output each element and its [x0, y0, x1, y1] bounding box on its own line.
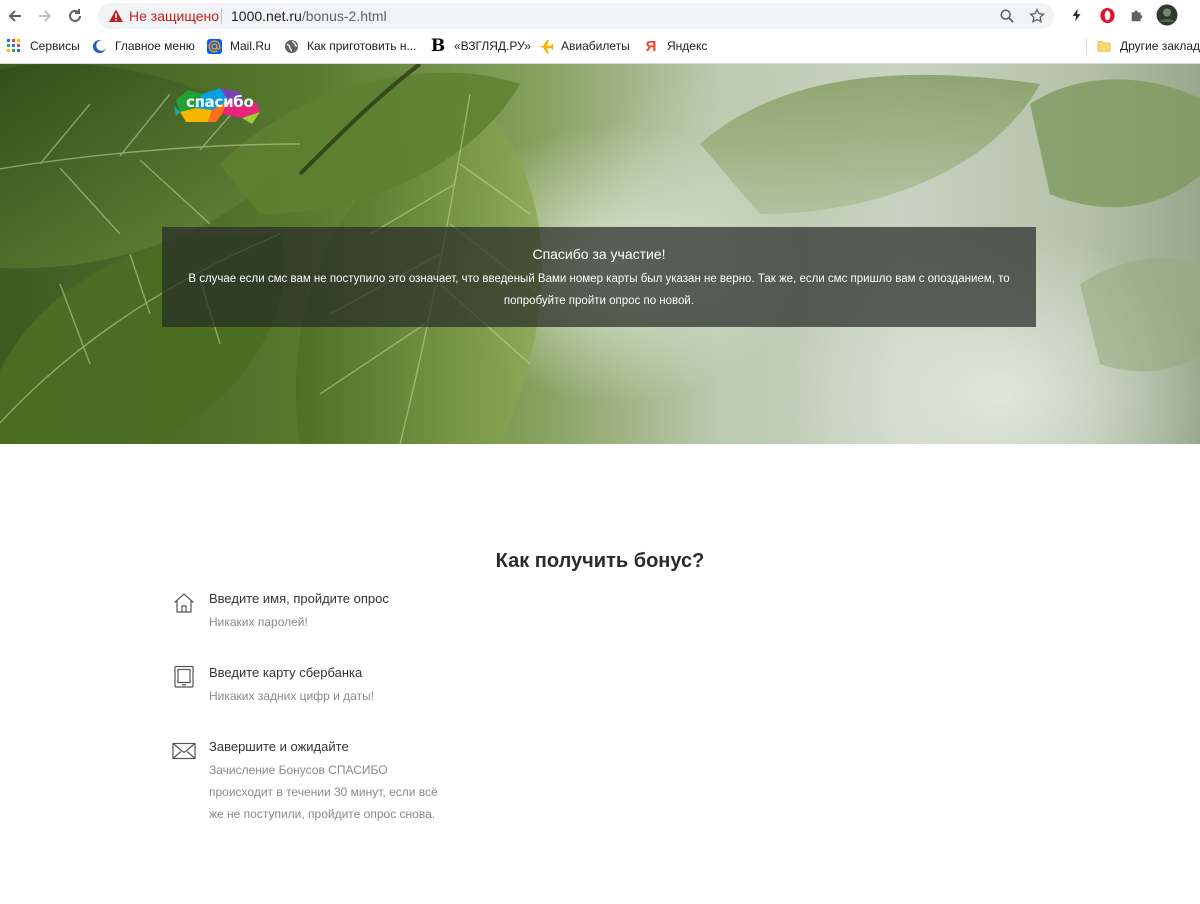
bookmark-avia[interactable]: Авиабилеты	[537, 37, 630, 55]
bookmark-main-menu[interactable]: Главное меню	[91, 37, 195, 55]
browser-chrome: Не защищено 1000.net.ru/bonus-2.html Сер…	[0, 0, 1200, 64]
notice-panel: Спасибо за участие! В случае если смс ва…	[162, 227, 1036, 327]
security-label[interactable]: Не защищено	[129, 8, 219, 24]
bookmark-label: Mail.Ru	[230, 39, 271, 53]
address-bar[interactable]: Не защищено 1000.net.ru/bonus-2.html	[98, 3, 1054, 29]
house-icon	[174, 593, 194, 613]
tablet-icon	[174, 665, 194, 688]
profile-avatar-button[interactable]	[1156, 4, 1178, 26]
avatar-icon	[1156, 4, 1178, 26]
bookmark-label: Главное меню	[115, 39, 195, 53]
url-host: 1000.net.ru	[231, 8, 302, 24]
logo-wordmark: спасибо	[186, 93, 254, 111]
lightning-icon	[1072, 8, 1081, 22]
step-item-finish: Завершите и ожидайте Зачисление Бонусов …	[172, 739, 502, 839]
step-title: Введите имя, пройдите опрос	[209, 591, 389, 606]
magnifier-icon	[1000, 9, 1014, 23]
apps-grid-icon	[6, 38, 22, 54]
bookmark-label: Сервисы	[30, 39, 80, 53]
forward-button[interactable]	[32, 3, 58, 29]
vzglyad-b-icon: B	[430, 36, 446, 56]
step-item-enter-card: Введите карту сбербанка Никаких задних ц…	[172, 665, 502, 715]
bookmark-label: Как приготовить н...	[307, 39, 417, 53]
folder-icon	[1096, 38, 1112, 54]
spasibo-logo[interactable]: спасибо	[172, 82, 262, 126]
extension-opera-button[interactable]	[1096, 4, 1118, 26]
crescent-icon	[91, 38, 107, 54]
extension-bolt-button[interactable]	[1066, 4, 1088, 26]
bookmarks-bar: Сервисы Главное меню Mail.Ru Как пригото…	[0, 33, 1200, 59]
bookmark-vzglyad[interactable]: B «ВЗГЛЯД.РУ»	[430, 36, 531, 56]
warning-triangle-icon	[109, 9, 123, 22]
step-title: Введите карту сбербанка	[209, 665, 363, 680]
bookmarks-divider	[1086, 39, 1087, 55]
reload-icon	[69, 9, 81, 22]
notice-title: Спасибо за участие!	[532, 246, 666, 262]
browser-toolbar: Не защищено 1000.net.ru/bonus-2.html	[0, 0, 1200, 32]
bookmark-star-button[interactable]	[1028, 7, 1046, 25]
hero-banner: спасибо Спасибо за участие! В случае есл…	[0, 64, 1200, 444]
bookmark-other-folder[interactable]: Другие закладк	[1096, 37, 1200, 55]
opera-icon	[1099, 7, 1115, 23]
step-description: Зачисление Бонусов СПАСИБО происходит в …	[209, 763, 438, 821]
bookmark-label: «ВЗГЛЯД.РУ»	[454, 39, 531, 53]
url-path: /bonus-2.html	[301, 8, 387, 24]
bookmark-mailru[interactable]: Mail.Ru	[206, 37, 271, 55]
step-description: Никаких задних цифр и даты!	[209, 689, 375, 703]
reload-button[interactable]	[62, 3, 88, 29]
bookmark-label: Другие закладк	[1120, 39, 1200, 53]
extensions-button[interactable]	[1126, 4, 1148, 26]
bookmark-yandex[interactable]: Я Яндекс	[643, 37, 708, 55]
bookmark-label: Яндекс	[667, 39, 708, 53]
omnibox-divider	[221, 8, 222, 24]
yandex-icon: Я	[645, 37, 657, 55]
step-description: Никаких паролей!	[209, 615, 308, 629]
step-item-enter-name: Введите имя, пройдите опрос Никаких паро…	[172, 591, 502, 641]
airplane-icon	[537, 38, 553, 54]
back-button[interactable]	[2, 3, 28, 29]
globe-icon	[283, 38, 299, 54]
zoom-button[interactable]	[998, 7, 1016, 25]
arrow-right-icon	[39, 10, 52, 22]
notice-text: В случае если смс вам не поступило это о…	[188, 273, 1010, 307]
arrow-left-icon	[8, 10, 21, 22]
bookmark-label: Авиабилеты	[561, 39, 630, 53]
section-title: Как получить бонус?	[495, 550, 705, 572]
bookmark-recipe[interactable]: Как приготовить н...	[283, 37, 416, 55]
puzzle-icon	[1131, 10, 1143, 22]
star-icon	[1029, 8, 1045, 23]
mail-at-icon	[206, 38, 222, 54]
url-text[interactable]: 1000.net.ru/bonus-2.html	[231, 8, 387, 24]
step-title: Завершите и ожидайте	[209, 739, 349, 754]
bookmark-apps[interactable]: Сервисы	[6, 37, 80, 55]
envelope-icon	[172, 742, 196, 760]
